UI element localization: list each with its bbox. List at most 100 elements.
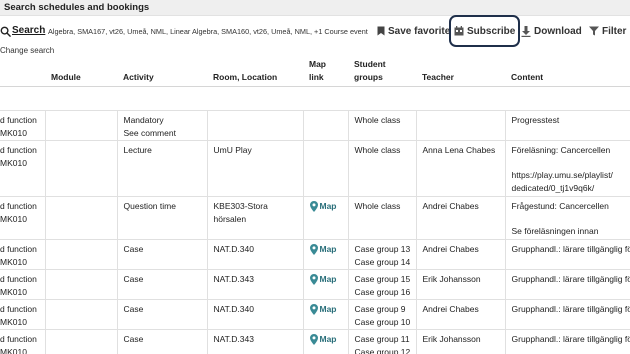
table-spacer-row — [0, 87, 630, 111]
column-header-course — [0, 58, 45, 87]
subscribe-button[interactable]: Subscribe — [454, 24, 515, 38]
column-header-student-groups[interactable]: Student groups — [348, 58, 416, 87]
module-cell — [44, 329, 118, 354]
map-link[interactable]: Map — [309, 243, 337, 256]
column-header-module[interactable]: Module — [45, 58, 117, 87]
map-pin-icon — [309, 303, 318, 315]
search-query-summary: Algebra, SMA167, vt26, Umeå, NML, Linear… — [48, 27, 368, 36]
student-groups-cell: Whole class — [347, 110, 417, 141]
module-cell — [44, 299, 118, 330]
map-link-cell: Map — [302, 329, 349, 354]
activity-cell: Lecture — [116, 140, 208, 197]
map-link-label: Map — [319, 304, 337, 314]
map-pin-icon — [309, 333, 318, 345]
table-header-row: Module Activity Room, Location Map link … — [0, 58, 630, 87]
course-cell: d function MK010 — [0, 110, 46, 141]
content-cell: Grupphandl.: lärare tillgänglig för — [504, 239, 630, 270]
activity-cell: Case — [116, 239, 208, 270]
table-row[interactable]: d function MK010 Case NAT.D.340 Map Case grou… — [0, 239, 630, 270]
student-groups-cell: Case group 11 Case group 12 — [347, 329, 417, 354]
download-label: Download — [534, 25, 582, 37]
table-row[interactable]: d function MK010 Question time KBE303-Stora… — [0, 196, 630, 240]
course-cell: d function MK010 — [0, 299, 46, 330]
teacher-cell: Andrei Chabes — [415, 299, 506, 330]
teacher-cell: Erik Johansson — [415, 329, 506, 354]
filter-button[interactable]: Filter — [589, 24, 626, 38]
room-cell: KBE303-Stora hörsalen — [206, 196, 304, 240]
column-header-teacher[interactable]: Teacher — [416, 58, 505, 87]
map-link-label: Map — [319, 201, 337, 211]
column-header-activity[interactable]: Activity — [117, 58, 207, 87]
map-link-cell: Map — [302, 239, 349, 270]
search-link[interactable]: Search — [12, 25, 45, 36]
map-link[interactable]: Map — [309, 303, 337, 316]
teacher-cell: Andrei Chabes — [415, 239, 506, 270]
module-cell — [44, 140, 118, 197]
map-link-cell — [302, 140, 349, 197]
content-cell: Grupphandl.: lärare tillgänglig för — [504, 329, 630, 354]
search-icon — [0, 26, 11, 37]
map-link-cell — [302, 110, 349, 141]
table-row[interactable]: d function MK010 Lecture UmU Play Whole clas… — [0, 140, 630, 197]
student-groups-cell: Whole class — [347, 196, 417, 240]
content-cell: Föreläsning: Cancercellen https://play.um… — [504, 140, 630, 197]
table-row[interactable]: d function MK010 Case NAT.D.343 Map Case grou… — [0, 269, 630, 300]
room-cell: NAT.D.340 — [206, 299, 304, 330]
module-cell — [44, 239, 118, 270]
column-header-room[interactable]: Room, Location — [207, 58, 303, 87]
content-cell: Progresstest — [504, 110, 630, 141]
room-cell: UmU Play — [206, 140, 304, 197]
map-link-label: Map — [319, 334, 337, 344]
room-cell: NAT.D.340 — [206, 239, 304, 270]
page-title: Search schedules and bookings — [4, 2, 150, 13]
student-groups-cell: Whole class — [347, 140, 417, 197]
activity-cell: Question time — [116, 196, 208, 240]
page-header: Search schedules and bookings — [0, 0, 630, 16]
student-groups-cell: Case group 15 Case group 16 — [347, 269, 417, 300]
module-cell — [44, 196, 118, 240]
teacher-cell: Anna Lena Chabes — [415, 140, 506, 197]
subscribe-label: Subscribe — [467, 25, 516, 37]
table-row[interactable]: d function MK010 Case NAT.D.340 Map Case grou… — [0, 299, 630, 330]
activity-cell: Mandatory See comment — [116, 110, 208, 141]
table-row[interactable]: d function MK010 Mandatory See comment Whole… — [0, 110, 630, 141]
filter-label: Filter — [602, 25, 627, 37]
save-favorite-button[interactable]: Save favorite — [377, 24, 450, 38]
map-pin-icon — [309, 273, 318, 285]
course-cell: d function MK010 — [0, 329, 46, 354]
student-groups-cell: Case group 9 Case group 10 — [347, 299, 417, 330]
module-cell — [44, 269, 118, 300]
map-link-cell: Map — [302, 196, 349, 240]
activity-cell: Case — [116, 269, 208, 300]
schedule-table: Module Activity Room, Location Map link … — [0, 58, 630, 354]
course-cell: d function MK010 — [0, 140, 46, 197]
map-link[interactable]: Map — [309, 273, 337, 286]
map-link[interactable]: Map — [309, 200, 337, 213]
course-cell: d function MK010 — [0, 269, 46, 300]
map-pin-icon — [309, 200, 318, 212]
room-cell: NAT.D.343 — [206, 269, 304, 300]
table-row[interactable]: d function MK010 Case NAT.D.343 Map Case grou… — [0, 329, 630, 354]
download-button[interactable]: Download — [521, 24, 582, 38]
column-header-map-link[interactable]: Map link — [303, 58, 348, 87]
content-cell: Frågestund: Cancercellen Se föreläsningen… — [504, 196, 630, 240]
activity-cell: Case — [116, 299, 208, 330]
content-cell: Grupphandl.: lärare tillgänglig för — [504, 269, 630, 300]
course-cell: d function MK010 — [0, 196, 46, 240]
teacher-cell — [415, 110, 506, 141]
change-search-link[interactable]: Change search — [0, 46, 54, 55]
calendar-icon — [454, 26, 464, 36]
map-link-label: Map — [319, 274, 337, 284]
map-link[interactable]: Map — [309, 333, 337, 346]
student-groups-cell: Case group 13 Case group 14 — [347, 239, 417, 270]
column-header-content[interactable]: Content — [505, 58, 630, 87]
module-cell — [44, 110, 118, 141]
search-row: Search Algebra, SMA167, vt26, Umeå, NML,… — [0, 16, 630, 46]
room-cell: NAT.D.343 — [206, 329, 304, 354]
course-cell: d function MK010 — [0, 239, 46, 270]
content-cell: Grupphandl.: lärare tillgänglig för — [504, 299, 630, 330]
teacher-cell: Andrei Chabes — [415, 196, 506, 240]
map-link-cell: Map — [302, 299, 349, 330]
download-icon — [521, 25, 531, 37]
activity-cell: Case — [116, 329, 208, 354]
